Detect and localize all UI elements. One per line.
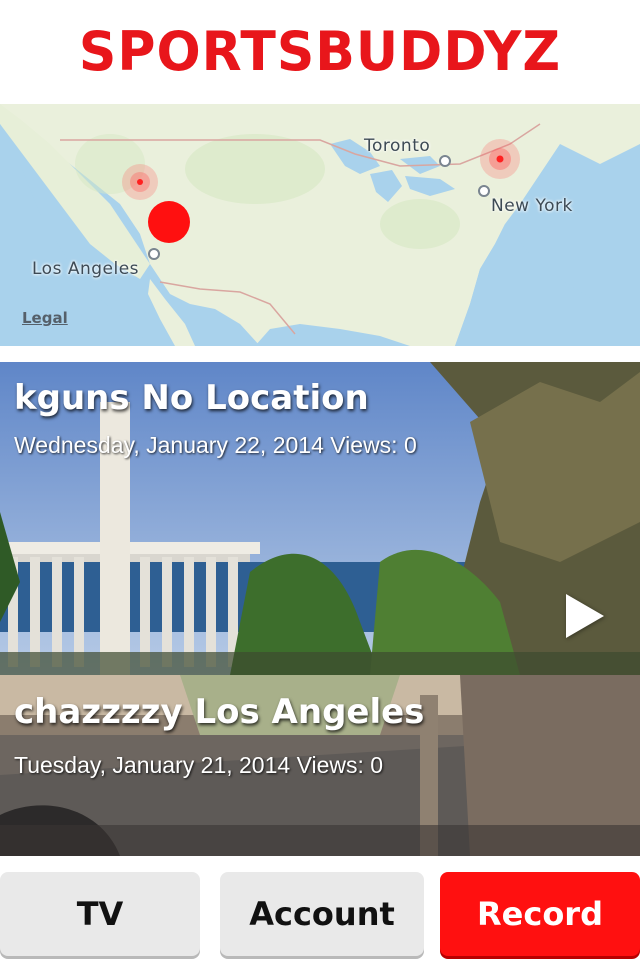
video-item[interactable]: kguns No Location Wednesday, January 22,…	[0, 362, 640, 675]
record-button[interactable]: Record	[440, 872, 640, 956]
video-subtitle: Wednesday, January 22, 2014 Views: 0	[14, 432, 417, 458]
app-logo: SPORTSBUDDYZ	[78, 20, 562, 84]
video-title: kguns No Location	[14, 378, 369, 418]
map-label-toronto: Toronto	[364, 136, 431, 156]
map-label-los-angeles: Los Angeles	[32, 259, 140, 279]
legal-link[interactable]: Legal	[22, 309, 68, 327]
map-graphic	[0, 104, 640, 346]
map-view[interactable]: Toronto New York Los Angeles Legal	[0, 104, 640, 346]
bottom-tab-bar: TV Account Record	[0, 856, 640, 960]
map-label-new-york: New York	[491, 196, 573, 216]
app-header: SPORTSBUDDYZ	[0, 0, 640, 104]
account-button[interactable]: Account	[220, 872, 424, 956]
tv-button[interactable]: TV	[0, 872, 200, 956]
video-item[interactable]: chazzzzy Los Angeles Tuesday, January 21…	[0, 675, 640, 856]
video-title: chazzzzy Los Angeles	[14, 692, 425, 732]
video-subtitle: Tuesday, January 21, 2014 Views: 0	[14, 752, 384, 778]
play-icon[interactable]	[566, 594, 604, 638]
separator	[0, 346, 640, 362]
